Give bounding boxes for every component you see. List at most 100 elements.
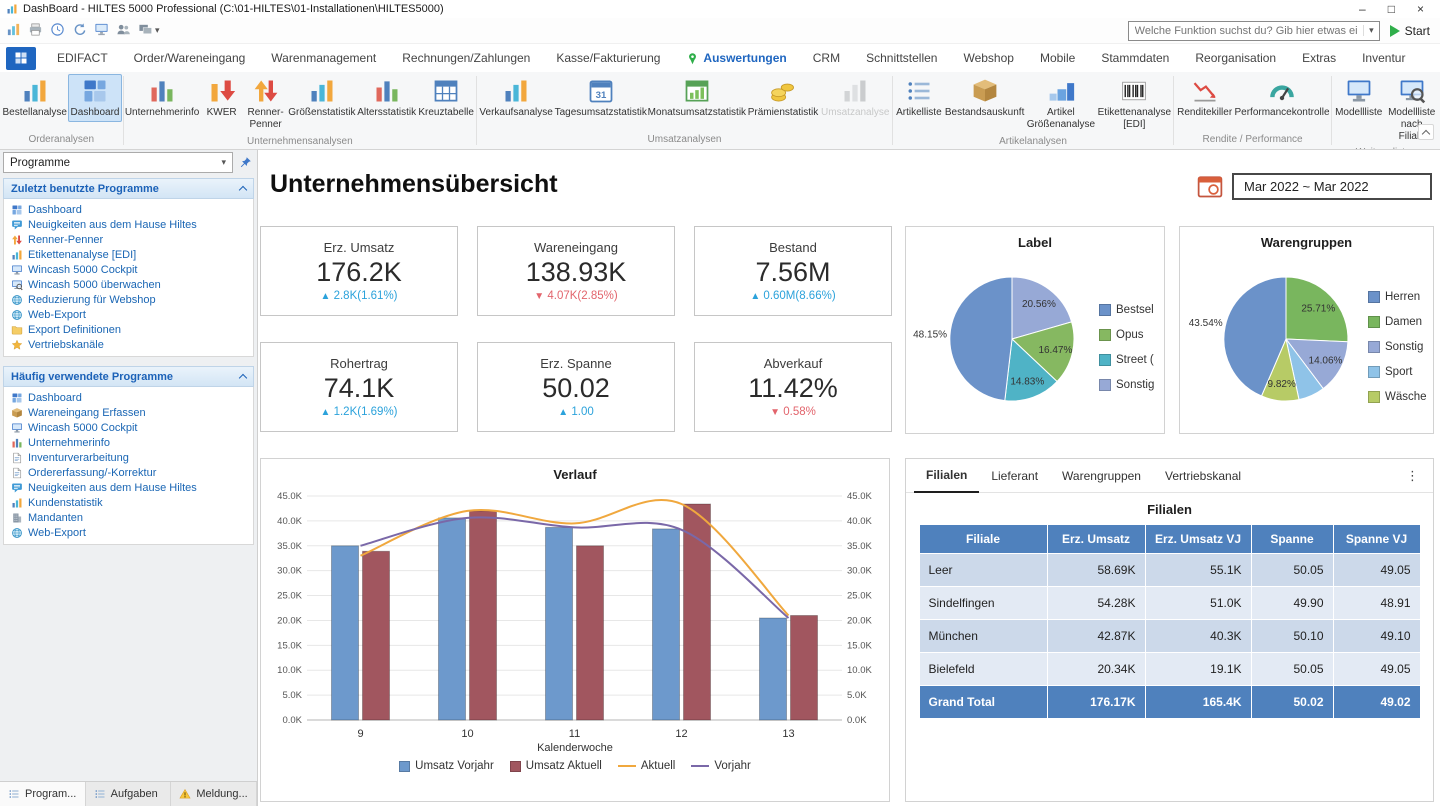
column-header-spanne-vj[interactable]: Spanne VJ [1333,525,1420,554]
legend-item-sport[interactable]: Sport [1368,360,1432,385]
ribbon-button-kwer[interactable]: KWER [200,74,244,122]
ribbon-button-altersstatistik[interactable]: Altersstatistik [356,74,417,122]
refresh-icon[interactable] [72,22,87,40]
sidebar-item-ordererfassung-korrektur[interactable]: Ordererfassung/-Korrektur [4,465,253,480]
sidebar-item-vertriebskan-le[interactable]: Vertriebskanäle [4,337,253,352]
ribbon-tab-reorganisation[interactable]: Reorganisation [1182,45,1289,71]
sidebar-item-mandanten[interactable]: Mandanten [4,510,253,525]
table-row-leer[interactable]: Leer58.69K55.1K50.0549.05 [919,554,1420,587]
ribbon-button-renditekiller[interactable]: Renditekiller [1175,74,1234,122]
sidebar-item-wincash-5000-berwachen[interactable]: Wincash 5000 überwachen [4,277,253,292]
table-row-bielefeld[interactable]: Bielefeld20.34K19.1K50.0549.05 [919,653,1420,686]
ribbon-tab-auswertungen[interactable]: Auswertungen [673,45,799,71]
function-search-input[interactable] [1129,25,1363,37]
chart-icon[interactable] [6,22,21,40]
ribbon-tab-webshop[interactable]: Webshop [950,45,1026,71]
sidebar-item-wareneingang-erfassen[interactable]: Wareneingang Erfassen [4,405,253,420]
sidebar-item-neuigkeiten-aus-dem-hause-hiltes[interactable]: Neuigkeiten aus dem Hause Hiltes [4,480,253,495]
ribbon-button-kreuztabelle[interactable]: Kreuztabelle [417,74,475,122]
column-header-filiale[interactable]: Filiale [919,525,1047,554]
legend-item-umsatz-vorjahr[interactable]: Umsatz Vorjahr [399,760,494,772]
column-header-erz-umsat-z[interactable]: Erz. Umsat﻿z [1047,525,1145,554]
ribbon-tab-crm[interactable]: CRM [800,45,853,71]
legend-item-bestsel[interactable]: Bestsel [1099,297,1163,322]
ribbon-button-monatsumsatzstatistik[interactable]: Monatsumsatzstatistik [647,74,746,122]
legend-item-vorjahr[interactable]: Vorjahr [691,760,750,772]
legend-item-herren[interactable]: Herren [1368,285,1432,310]
legend-item-sonstig[interactable]: Sonstig [1368,335,1432,360]
ribbon-button-artikelliste[interactable]: Artikelliste [894,74,944,122]
sidebar-tab-meldung[interactable]: Meldung... [171,782,257,806]
ribbon-tab-kasse-fakturierung[interactable]: Kasse/Fakturierung [543,45,673,71]
legend-item-sonstig[interactable]: Sonstig [1099,372,1163,397]
sidebar-item-export-definitionen[interactable]: Export Definitionen [4,322,253,337]
ribbon-button-bestellanalyse[interactable]: Bestellanalyse [1,74,68,122]
sidebar-tab-program[interactable]: Program... [0,782,86,806]
ribbon-tab-order-wareneingang[interactable]: Order/Wareneingang [121,45,259,71]
ribbon-button-pr-mienstatistik[interactable]: Prämienstatistik [746,74,819,122]
sidebar-item-inventurverarbeitung[interactable]: Inventurverarbeitung [4,450,253,465]
start-button[interactable]: Start [1390,24,1434,38]
users-icon[interactable] [116,22,131,40]
ribbon-button-dashboard[interactable]: Dashboard [68,74,121,122]
sidebar-item-wincash-5000-cockpit[interactable]: Wincash 5000 Cockpit [4,262,253,277]
legend-item-damen[interactable]: Damen [1368,310,1432,335]
ribbon-button-tagesumsatzstatistik[interactable]: 31Tagesumsatzstatistik [554,74,647,122]
ribbon-button-modellliste[interactable]: Modellliste [1333,74,1384,122]
pin-button[interactable] [236,154,254,172]
sidebar-item-web-export[interactable]: Web-Export [4,525,253,540]
close-button[interactable]: × [1417,0,1424,18]
ribbon-tab-mobile[interactable]: Mobile [1027,45,1088,71]
ribbon-button-etikettenanalyse-edi[interactable]: Etikettenanalyse [EDI] [1096,74,1172,134]
sidebar-item-unternehmerinfo[interactable]: Unternehmerinfo [4,435,253,450]
toolbar-options-caret[interactable]: ▾ [155,25,160,36]
ribbon-tab-edifact[interactable]: EDIFACT [44,45,121,71]
branch-tab-vertriebskanal[interactable]: Vertriebskanal [1153,460,1253,492]
sidebar-item-dashboard[interactable]: Dashboard [4,202,253,217]
table-row-m-nchen[interactable]: München42.87K40.3K50.1049.10 [919,620,1420,653]
branch-tab-filialen[interactable]: Filialen [914,459,979,493]
app-menu-button[interactable] [6,47,36,70]
ribbon-button-unternehmerinfo[interactable]: Unternehmerinfo [125,74,200,122]
table-row-sindelfingen[interactable]: Sindelfingen54.28K51.0K49.9048.91 [919,587,1420,620]
printer-icon[interactable] [28,22,43,40]
sidebar-item-neuigkeiten-aus-dem-hause-hiltes[interactable]: Neuigkeiten aus dem Hause Hiltes [4,217,253,232]
calendar-icon[interactable] [1195,172,1225,200]
sidebar-section-header-h-ufig-verwendete-programme[interactable]: Häufig verwendete Programme [3,366,254,387]
ribbon-tab-inventur[interactable]: Inventur [1349,45,1418,71]
history-icon[interactable] [50,22,65,40]
minimize-button[interactable]: – [1359,0,1366,18]
sidebar-item-reduzierung-f-r-webshop[interactable]: Reduzierung für Webshop [4,292,253,307]
branch-tab-warengruppen[interactable]: Warengruppen [1050,460,1153,492]
ribbon-button-verkaufsanalyse[interactable]: Verkaufsanalyse [478,74,554,122]
sidebar-item-etikettenanalyse-edi[interactable]: Etikettenanalyse [EDI] [4,247,253,262]
column-header-erz-umsatz-vj[interactable]: Erz. Umsatz VJ [1145,525,1251,554]
sidebar-item-wincash-5000-cockpit[interactable]: Wincash 5000 Cockpit [4,420,253,435]
legend-item-street[interactable]: Street ( [1099,347,1163,372]
legend-item-w-sche[interactable]: Wäsche [1368,385,1432,410]
ribbon-tab-schnittstellen[interactable]: Schnittstellen [853,45,950,71]
ribbon-button-umsatzanalyse[interactable]: Umsatzanalyse [820,74,891,122]
legend-item-umsatz-aktuell[interactable]: Umsatz Aktuell [510,760,602,772]
ribbon-button-artikel-gr-enanalyse[interactable]: Artikel Größenanalyse [1025,74,1096,134]
search-dropdown-caret[interactable]: ▾ [1363,25,1379,36]
maximize-button[interactable]: □ [1388,0,1395,18]
legend-item-aktuell[interactable]: Aktuell [618,760,676,772]
sidebar-item-web-export[interactable]: Web-Export [4,307,253,322]
column-header-spanne[interactable]: Spanne [1251,525,1333,554]
ribbon-button-bestandsauskunft[interactable]: Bestandsauskunft [944,74,1025,122]
branch-tab-lieferant[interactable]: Lieferant [979,460,1050,492]
sidebar-item-renner-penner[interactable]: Renner-Penner [4,232,253,247]
panel-menu-button[interactable]: ⋮ [1400,468,1425,484]
ribbon-tab-warenmanagement[interactable]: Warenmanagement [258,45,389,71]
ribbon-tab-extras[interactable]: Extras [1289,45,1349,71]
sidebar-section-header-zuletzt-benutzte-programme[interactable]: Zuletzt benutzte Programme [3,178,254,199]
sidebar-tab-aufgaben[interactable]: Aufgaben [86,782,172,806]
panel-selector-combo[interactable]: Programme ▾ [3,152,233,173]
monitor-icon[interactable] [94,22,109,40]
legend-item-opus[interactable]: Opus [1099,322,1163,347]
screens-icon[interactable] [138,22,153,40]
date-range-input[interactable]: Mar 2022 ~ Mar 2022 [1232,173,1432,200]
ribbon-collapse-button[interactable] [1418,124,1434,140]
ribbon-button-renner-penner[interactable]: Renner- Penner [244,74,288,134]
